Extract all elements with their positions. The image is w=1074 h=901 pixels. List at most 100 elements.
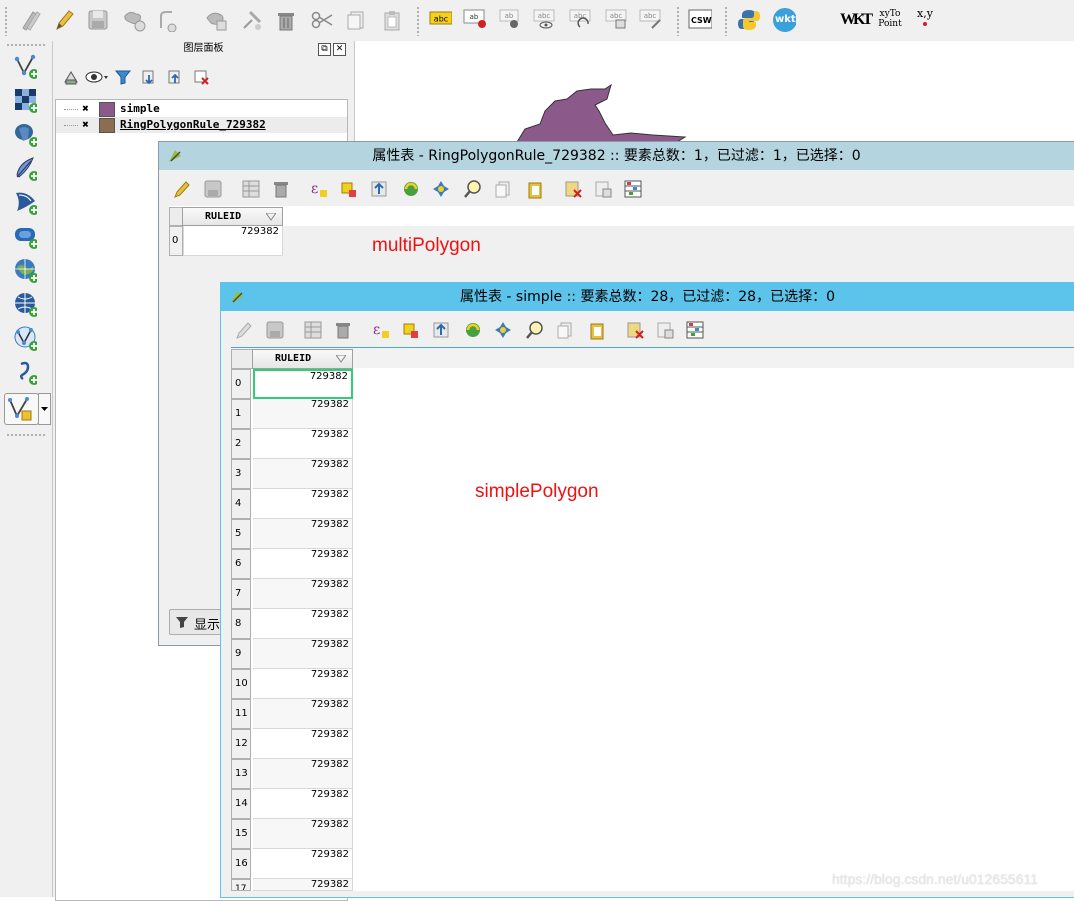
reload-table-icon[interactable] <box>239 177 263 201</box>
paste-rows-icon[interactable] <box>585 318 609 342</box>
row-header[interactable]: 5 <box>231 519 251 549</box>
table-cell[interactable]: 729382 <box>253 489 353 519</box>
row-header[interactable]: 17 <box>231 879 251 891</box>
select-by-expression-icon[interactable]: ε <box>307 177 331 201</box>
label-change-icon[interactable]: abc <box>604 6 628 30</box>
row-header[interactable]: 13 <box>231 759 251 789</box>
reload-table-icon[interactable] <box>301 318 325 342</box>
field-calculator-icon[interactable] <box>683 318 707 342</box>
add-mssql-layer-icon[interactable] <box>13 191 37 215</box>
collapse-all-icon[interactable] <box>163 65 187 89</box>
row-header[interactable]: 12 <box>231 729 251 759</box>
table-cell[interactable]: 729382 <box>253 729 353 759</box>
table-cell[interactable]: 729382 <box>253 699 353 729</box>
table-cell-selected[interactable]: 729382 <box>253 369 353 399</box>
layer-visibility-checkbox[interactable]: ✖ <box>80 103 91 114</box>
wkt-logo-icon[interactable]: WKT <box>840 8 873 32</box>
label-show-icon[interactable]: abc <box>532 6 556 30</box>
eye-icon[interactable] <box>85 65 109 89</box>
save-edits-icon[interactable] <box>86 8 110 32</box>
delete-selected-icon[interactable] <box>274 8 298 32</box>
delete-column-icon[interactable] <box>623 318 647 342</box>
add-oracle-layer-icon[interactable] <box>13 225 37 249</box>
row-header[interactable]: 0 <box>231 369 251 399</box>
layer-item-simple[interactable]: ✖ simple <box>56 101 347 117</box>
label-abc-icon[interactable]: abc <box>428 6 452 30</box>
pan-to-selected-icon[interactable] <box>429 177 453 201</box>
add-vector-layer-icon[interactable] <box>13 54 37 79</box>
zoom-to-selected-icon[interactable] <box>523 318 547 342</box>
float-panel-icon[interactable]: ⧉ <box>318 43 331 56</box>
table-cell[interactable]: 729382 <box>253 639 353 669</box>
deselect-all-icon[interactable] <box>337 177 361 201</box>
deselect-all-icon[interactable] <box>399 318 423 342</box>
add-feature-icon[interactable] <box>122 8 146 32</box>
table-cell[interactable]: 729382 <box>253 849 353 879</box>
row-header[interactable]: 16 <box>231 849 251 879</box>
new-column-icon[interactable] <box>653 318 677 342</box>
paste-icon[interactable] <box>380 8 404 32</box>
edit-nodes-icon[interactable] <box>240 8 264 32</box>
edit-pencils-icon[interactable] <box>18 8 42 32</box>
table-cell[interactable]: 729382 <box>253 879 353 891</box>
add-wfs-layer-icon[interactable] <box>13 326 37 351</box>
row-header[interactable]: 11 <box>231 699 251 729</box>
pan-to-selected-icon[interactable] <box>491 318 515 342</box>
remove-layer-icon[interactable] <box>189 65 213 89</box>
corner-cell[interactable] <box>231 349 253 369</box>
row-header[interactable]: 2 <box>231 429 251 459</box>
save-edits-icon[interactable] <box>201 177 225 201</box>
filter-icon[interactable] <box>111 65 135 89</box>
row-header[interactable]: 9 <box>231 639 251 669</box>
table-cell[interactable]: 729382 <box>253 459 353 489</box>
add-spatialite-layer-icon[interactable] <box>13 157 37 181</box>
table-cell[interactable]: 729382 <box>253 399 353 429</box>
table-cell[interactable]: 729382 <box>253 609 353 639</box>
table-cell[interactable]: 729382 <box>253 579 353 609</box>
xy-coordinate-icon[interactable]: x,y <box>912 5 938 29</box>
paste-rows-icon[interactable] <box>523 177 547 201</box>
row-header[interactable]: 10 <box>231 669 251 699</box>
row-header[interactable]: 4 <box>231 489 251 519</box>
move-selection-to-top-icon[interactable] <box>429 318 453 342</box>
toggle-edit-icon[interactable] <box>169 177 193 201</box>
copy-icon[interactable] <box>344 8 368 32</box>
row-header[interactable]: 6 <box>231 549 251 579</box>
toolbar-grip[interactable] <box>416 6 420 36</box>
python-icon[interactable] <box>737 8 761 32</box>
column-header-ruleid[interactable]: RULEID <box>252 349 353 369</box>
add-raster-layer-icon[interactable] <box>13 89 37 113</box>
row-header[interactable]: 0 <box>169 226 183 256</box>
delete-selected-icon[interactable] <box>269 177 293 201</box>
column-header-ruleid[interactable]: RULEID <box>182 207 283 226</box>
table-cell[interactable]: 729382 <box>253 429 353 459</box>
zoom-to-selected-icon[interactable] <box>461 177 485 201</box>
select-by-expression-icon[interactable]: ε <box>369 318 393 342</box>
move-selection-to-top-icon[interactable] <box>367 177 391 201</box>
cut-icon[interactable] <box>310 8 334 32</box>
row-header[interactable]: 14 <box>231 789 251 819</box>
row-header[interactable]: 8 <box>231 609 251 639</box>
table-cell[interactable]: 729382 <box>253 819 353 849</box>
label-move-icon[interactable]: ab <box>498 6 522 30</box>
label-edit-icon[interactable]: abc <box>638 6 662 30</box>
row-header[interactable]: 7 <box>231 579 251 609</box>
save-edits-icon[interactable] <box>263 318 287 342</box>
wkt-icon[interactable]: wkt <box>772 8 796 32</box>
table-cell[interactable]: 729382 <box>253 759 353 789</box>
node-tool-icon[interactable] <box>204 8 228 32</box>
chevron-down-icon[interactable] <box>38 393 51 425</box>
new-column-icon[interactable] <box>591 177 615 201</box>
add-wms-layer-icon[interactable] <box>13 259 37 283</box>
toolbar-grip[interactable] <box>6 43 46 47</box>
add-wcs-layer-icon[interactable] <box>13 293 37 317</box>
toolbar-grip[interactable] <box>6 433 46 437</box>
copy-rows-icon[interactable] <box>491 177 515 201</box>
table-cell[interactable]: 729382 <box>253 519 353 549</box>
open-layer-styling-icon[interactable] <box>59 65 83 89</box>
toolbar-grip[interactable] <box>724 6 728 36</box>
toggle-edit-icon[interactable] <box>52 8 76 32</box>
field-calculator-icon[interactable] <box>621 177 645 201</box>
toolbar-grip[interactable] <box>4 6 8 36</box>
label-rotate-icon[interactable]: abc <box>568 6 592 30</box>
